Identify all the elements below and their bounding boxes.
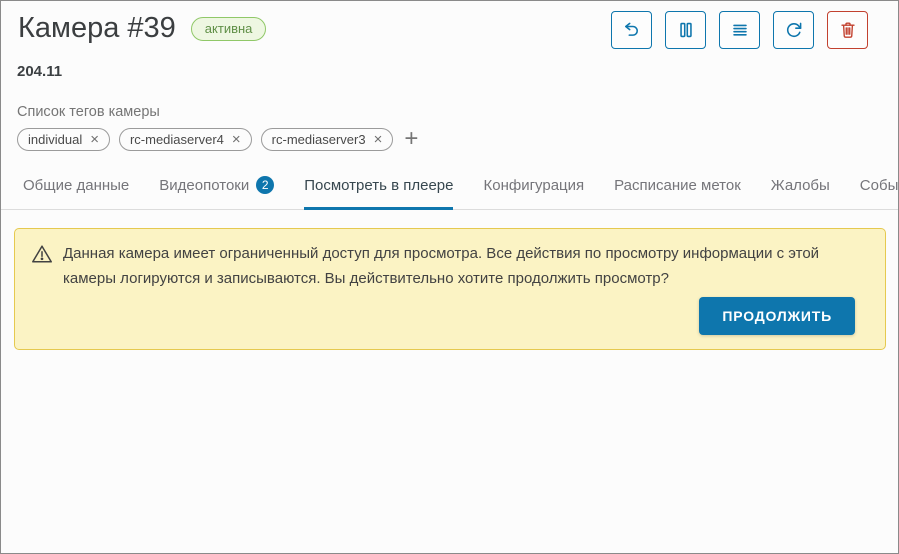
camera-id: 204.11 — [1, 49, 898, 80]
tab-configuration[interactable]: Конфигурация — [483, 164, 584, 210]
page-title: Камера #39 — [18, 13, 176, 45]
remove-tag-icon[interactable]: × — [374, 132, 383, 147]
add-tag-button[interactable]: + — [404, 127, 418, 151]
tag-label: individual — [28, 132, 82, 147]
tab-view-in-player[interactable]: Посмотреть в плеере — [304, 164, 453, 210]
camera-details-window: Камера #39 активна — [0, 0, 899, 554]
undo-button[interactable] — [611, 11, 652, 49]
trash-icon — [837, 19, 859, 41]
tag-label: rc-mediaserver3 — [272, 132, 366, 147]
remove-tag-icon[interactable]: × — [232, 132, 241, 147]
warning-body: Данная камера имеет ограниченный доступ … — [31, 241, 869, 291]
tag-label: rc-mediaserver4 — [130, 132, 224, 147]
tab-label: Видеопотоки — [159, 177, 249, 194]
tab-label: Расписание меток — [614, 177, 741, 194]
tab-count-badge: 2 — [256, 176, 274, 194]
refresh-icon — [783, 19, 805, 41]
continue-button[interactable]: ПРОДОЛЖИТЬ — [699, 297, 855, 335]
tag-chip[interactable]: individual × — [17, 128, 110, 151]
pause-button[interactable] — [665, 11, 706, 49]
tags-label: Список тегов камеры — [17, 104, 882, 120]
refresh-button[interactable] — [773, 11, 814, 49]
restricted-access-warning: Данная камера имеет ограниченный доступ … — [14, 228, 886, 350]
undo-icon — [621, 19, 643, 41]
status-badge: активна — [191, 17, 267, 42]
tab-label: Жалобы — [771, 177, 830, 194]
warning-text: Данная камера имеет ограниченный доступ … — [63, 241, 869, 291]
delete-button[interactable] — [827, 11, 868, 49]
tab-label: Посмотреть в плеере — [304, 177, 453, 194]
toolbar — [611, 11, 868, 49]
tags-section: Список тегов камеры individual × rc-medi… — [1, 80, 898, 151]
tab-mark-schedule[interactable]: Расписание меток — [614, 164, 741, 210]
warning-actions: ПРОДОЛЖИТЬ — [31, 297, 869, 335]
tag-chip[interactable]: rc-mediaserver4 × — [119, 128, 252, 151]
list-icon — [729, 19, 751, 41]
tags-row: individual × rc-mediaserver4 × rc-medias… — [17, 127, 882, 151]
tab-label: События — [860, 177, 899, 194]
tab-complaints[interactable]: Жалобы — [771, 164, 830, 210]
remove-tag-icon[interactable]: × — [90, 132, 99, 147]
tab-label: Общие данные — [23, 177, 129, 194]
list-button[interactable] — [719, 11, 760, 49]
tab-label: Конфигурация — [483, 177, 584, 194]
tab-videostreams[interactable]: Видеопотоки 2 — [159, 164, 274, 210]
pause-icon — [675, 19, 697, 41]
tab-bar: Общие данные Видеопотоки 2 Посмотреть в … — [1, 164, 898, 210]
tab-events[interactable]: События — [860, 164, 899, 210]
header: Камера #39 активна — [1, 1, 898, 49]
title-wrap: Камера #39 активна — [18, 11, 266, 45]
tag-chip[interactable]: rc-mediaserver3 × — [261, 128, 394, 151]
tab-general[interactable]: Общие данные — [23, 164, 129, 210]
warning-triangle-icon — [31, 243, 53, 270]
